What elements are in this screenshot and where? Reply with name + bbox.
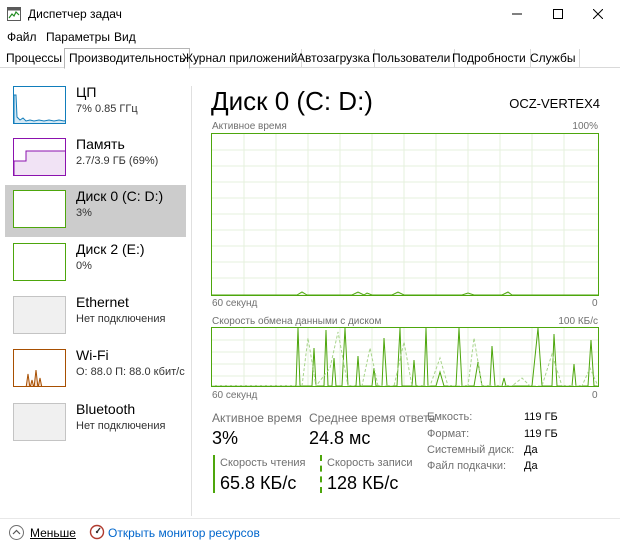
sidebar-item-value: 3%	[76, 207, 92, 219]
disk-title: Диск 0 (C: D:)	[211, 86, 373, 116]
sidebar-item-value: Нет подключения	[76, 313, 166, 325]
sidebar-item-label: ЦП	[76, 84, 97, 100]
close-icon	[593, 9, 603, 19]
read-speed-indicator	[213, 455, 215, 493]
system-disk-value: Да	[524, 444, 538, 456]
sidebar-item-value: Нет подключения	[76, 420, 166, 432]
menu-file[interactable]: Файл	[7, 30, 37, 44]
footer: Меньше Открыть монитор ресурсов	[0, 522, 620, 546]
sidebar-item-label: Bluetooth	[76, 401, 136, 417]
disk-model: OCZ-VERTEX4	[509, 96, 600, 111]
tab-services[interactable]: Службы	[526, 49, 581, 68]
sidebar-item-disk0[interactable]: Диск 0 (C: D:) 3%	[5, 185, 186, 237]
format-value: 119 ГБ	[524, 428, 558, 440]
sidebar-item-label: Диск 2 (E:)	[76, 241, 145, 257]
transfer-rate-chart-timespan: 60 секунд	[212, 390, 258, 401]
tab-details[interactable]: Подробности	[448, 49, 531, 68]
memory-thumbnail-graph	[13, 138, 66, 176]
task-manager-icon	[7, 7, 21, 21]
sidebar-item-ethernet[interactable]: Ethernet Нет подключения	[5, 291, 186, 343]
active-time-chart-graph	[212, 134, 598, 296]
active-time-chart-max: 100%	[572, 121, 598, 132]
sidebar-item-value: О: 88.0 П: 88.0 кбит/с	[76, 366, 185, 378]
menu-view[interactable]: Вид	[114, 30, 136, 44]
page-file-value: Да	[524, 460, 538, 472]
disk0-thumbnail-graph	[13, 190, 66, 228]
ethernet-thumbnail-graph	[13, 296, 66, 334]
wifi-thumbnail-graph	[13, 349, 66, 387]
transfer-rate-chart-max: 100 КБ/с	[558, 316, 598, 327]
response-time-value: 24.8 мс	[309, 428, 371, 448]
write-speed-indicator	[320, 455, 322, 493]
open-resource-monitor-link[interactable]: Открыть монитор ресурсов	[108, 526, 260, 540]
transfer-rate-chart-min: 0	[592, 390, 598, 401]
tab-users[interactable]: Пользователи	[368, 49, 456, 68]
tab-processes[interactable]: Процессы	[2, 49, 68, 68]
transfer-rate-chart-graph	[212, 327, 599, 388]
transfer-rate-chart	[211, 327, 599, 388]
sidebar-item-label: Ethernet	[76, 294, 129, 310]
active-time-chart-timespan: 60 секунд	[212, 298, 258, 309]
menu-options[interactable]: Параметры	[46, 30, 110, 44]
window-title: Диспетчер задач	[28, 7, 122, 21]
panel-divider	[191, 86, 192, 516]
disk2-thumbnail-graph	[13, 243, 66, 281]
sidebar-item-memory[interactable]: Память 2.7/3.9 ГБ (69%)	[5, 133, 186, 185]
active-time-label: Активное время	[212, 411, 302, 425]
active-time-chart-label: Активное время	[212, 121, 287, 132]
chevron-up-icon[interactable]	[9, 525, 24, 540]
sidebar-item-disk2[interactable]: Диск 2 (E:) 0%	[5, 238, 186, 290]
cpu-thumbnail-graph	[13, 86, 66, 124]
maximize-icon	[553, 9, 563, 19]
write-speed-value: 128 КБ/с	[327, 473, 399, 493]
bluetooth-thumbnail-graph	[13, 403, 66, 441]
resource-monitor-icon[interactable]	[89, 524, 105, 540]
system-disk-label: Системный диск:	[427, 444, 515, 456]
footer-divider	[0, 518, 620, 519]
tab-startup[interactable]: Автозагрузка	[293, 49, 375, 68]
read-speed-value: 65.8 КБ/с	[220, 473, 297, 493]
format-label: Формат:	[427, 428, 470, 440]
tab-performance[interactable]: Производительность	[64, 48, 191, 69]
minimize-button[interactable]	[494, 0, 540, 28]
active-time-value: 3%	[212, 428, 239, 448]
fewer-details-button[interactable]: Меньше	[30, 526, 76, 540]
active-time-chart	[211, 133, 599, 296]
read-speed-label: Скорость чтения	[220, 457, 306, 469]
sidebar-item-value: 0%	[76, 260, 92, 272]
sidebar-item-wifi[interactable]: Wi-Fi О: 88.0 П: 88.0 кбит/с	[5, 344, 186, 396]
tab-app-history[interactable]: Журнал приложений	[178, 49, 303, 68]
minimize-icon	[512, 13, 522, 15]
tab-bar: Процессы Производительность Журнал прило…	[0, 48, 620, 69]
sidebar-item-cpu[interactable]: ЦП 7% 0.85 ГГц	[5, 81, 186, 133]
sidebar-item-label: Wi-Fi	[76, 347, 109, 363]
write-speed-label: Скорость записи	[327, 457, 413, 469]
resource-sidebar: ЦП 7% 0.85 ГГц Память 2.7/3.9 ГБ (69%) Д…	[0, 81, 192, 521]
page-file-label: Файл подкачки:	[427, 460, 507, 472]
sidebar-item-label: Диск 0 (C: D:)	[76, 188, 164, 204]
active-time-chart-min: 0	[592, 298, 598, 309]
menu-bar: Файл Параметры Вид	[0, 28, 620, 48]
sidebar-item-label: Память	[76, 136, 125, 152]
sidebar-item-value: 7% 0.85 ГГц	[76, 103, 138, 115]
capacity-value: 119 ГБ	[524, 411, 558, 423]
capacity-label: Емкость:	[427, 411, 473, 423]
close-button[interactable]	[575, 0, 620, 28]
transfer-rate-chart-label: Скорость обмена данными с диском	[212, 316, 382, 327]
title-bar: Диспетчер задач	[0, 0, 620, 28]
response-time-label: Среднее время ответа	[309, 411, 436, 425]
sidebar-item-bluetooth[interactable]: Bluetooth Нет подключения	[5, 398, 186, 450]
sidebar-item-value: 2.7/3.9 ГБ (69%)	[76, 155, 159, 167]
